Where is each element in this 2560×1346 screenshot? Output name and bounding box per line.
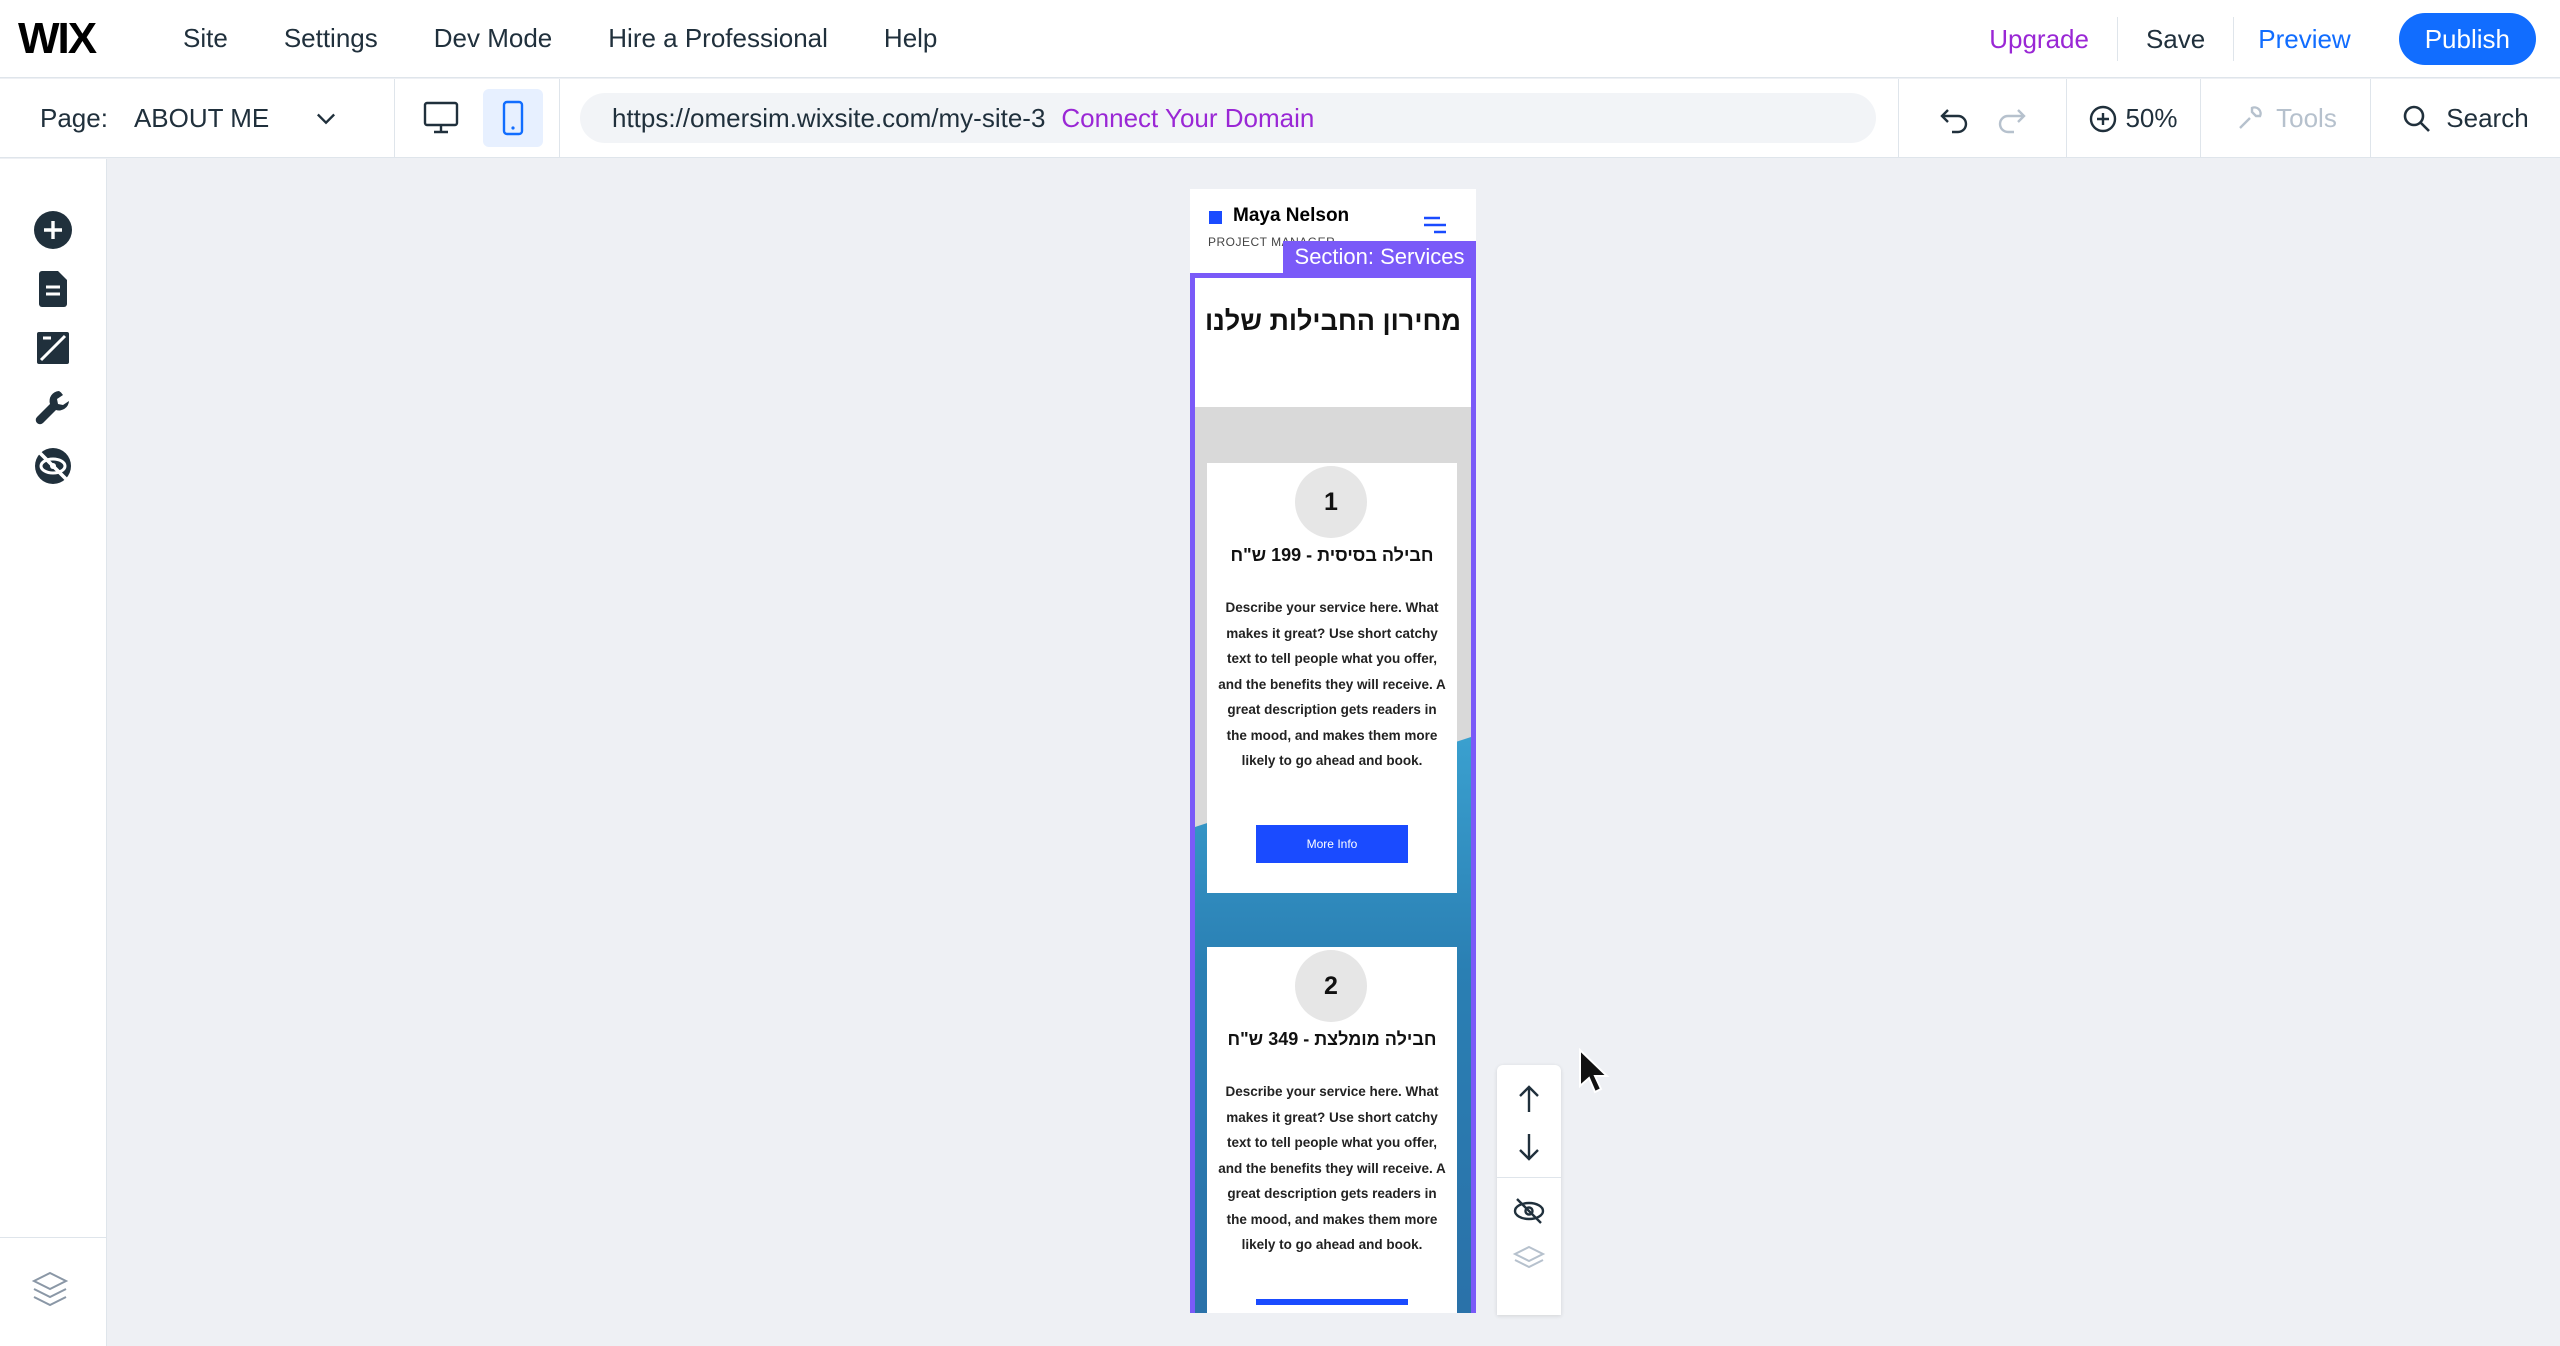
add-icon — [34, 211, 72, 249]
mouse-cursor-icon — [1579, 1048, 1610, 1094]
mobile-site-preview[interactable]: Maya Nelson PROJECT MANAGER מחירון החביל… — [1190, 189, 1476, 1313]
zoom-control[interactable]: 50% — [2066, 79, 2200, 158]
services-section[interactable]: מחירון החבילות שלנו 1 חבילה בסיסית - 199… — [1190, 273, 1476, 1313]
card-description: Describe your service here. What makes i… — [1218, 1084, 1446, 1252]
hidden-elements-button[interactable] — [30, 443, 76, 489]
redo-icon[interactable] — [1994, 104, 2028, 134]
wix-logo[interactable]: WIX — [18, 14, 148, 64]
pages-icon — [39, 271, 67, 307]
service-card[interactable]: 2 חבילה מומלצת - 349 ש"ח Describe your s… — [1207, 947, 1457, 1313]
hidden-elements-icon — [35, 448, 71, 484]
desktop-view-button[interactable] — [411, 89, 471, 147]
add-elements-button[interactable] — [30, 207, 76, 253]
divider — [0, 1237, 107, 1238]
device-switcher — [395, 79, 560, 157]
arrow-up-icon — [1519, 1085, 1539, 1112]
arrow-down-icon — [1519, 1134, 1539, 1161]
undo-redo-group — [1898, 79, 2066, 158]
service-card[interactable]: 1 חבילה בסיסית - 199 ש"ח Describe your s… — [1207, 463, 1457, 893]
menu-hire-professional[interactable]: Hire a Professional — [608, 23, 828, 54]
top-menu-bar: WIX Site Settings Dev Mode Hire a Profes… — [0, 0, 2560, 78]
section-tag[interactable]: Section: Services — [1283, 241, 1476, 273]
card-number: 2 — [1295, 950, 1367, 1022]
site-url-bar: https://omersim.wixsite.com/my-site-3 Co… — [580, 93, 1876, 143]
move-up-button[interactable] — [1509, 1079, 1549, 1119]
hamburger-menu-icon[interactable] — [1422, 215, 1448, 235]
connect-domain-link[interactable]: Connect Your Domain — [1061, 103, 1314, 134]
upgrade-button[interactable]: Upgrade — [1961, 24, 2117, 55]
divider — [1497, 1177, 1561, 1178]
search-label: Search — [2446, 103, 2529, 133]
top-actions: Upgrade Save Preview Publish — [1961, 0, 2536, 78]
section-title: מחירון החבילות שלנו — [1204, 306, 1462, 336]
page-name: ABOUT ME — [133, 102, 270, 133]
card-number: 1 — [1295, 466, 1367, 538]
more-info-button[interactable] — [1256, 1299, 1408, 1305]
left-rail — [0, 159, 107, 1346]
card-title: חבילה מומלצת - 349 ש"ח — [1227, 1029, 1437, 1049]
editor-toolbar: Page: ABOUT ME https://omersim.wixsite.c… — [0, 79, 2560, 158]
brand-square-icon — [1209, 211, 1222, 224]
site-design-button[interactable] — [30, 325, 76, 371]
layers-icon — [31, 1271, 69, 1307]
main-menu: Site Settings Dev Mode Hire a Profession… — [183, 23, 993, 54]
settings-tools-button[interactable] — [30, 384, 76, 430]
section-title-area: מחירון החבילות שלנו — [1195, 278, 1471, 407]
design-icon — [37, 332, 69, 364]
menu-help[interactable]: Help — [884, 23, 937, 54]
tools-icon — [2239, 105, 2262, 129]
menu-site[interactable]: Site — [183, 23, 228, 54]
menu-settings[interactable]: Settings — [284, 23, 378, 54]
layers-button[interactable] — [30, 1269, 76, 1315]
toolbar-right: 50% Tools Search — [1898, 79, 2560, 158]
arrange-button[interactable] — [1509, 1239, 1549, 1279]
search-icon — [2403, 105, 2431, 132]
hide-icon — [1513, 1198, 1545, 1224]
tools-button[interactable]: Tools — [2200, 79, 2370, 158]
save-button[interactable]: Save — [2118, 24, 2233, 55]
site-url[interactable]: https://omersim.wixsite.com/my-site-3 — [612, 103, 1045, 134]
zoom-in-icon — [2090, 105, 2117, 132]
chevron-down-icon — [316, 113, 335, 125]
search-button[interactable]: Search — [2370, 79, 2560, 158]
undo-icon[interactable] — [1938, 104, 1972, 134]
mobile-icon — [502, 100, 524, 136]
publish-button[interactable]: Publish — [2398, 13, 2536, 65]
layers-icon — [1512, 1245, 1546, 1269]
preview-button[interactable]: Preview — [2234, 24, 2378, 55]
mobile-view-button[interactable] — [483, 89, 543, 147]
hide-button[interactable] — [1509, 1191, 1549, 1231]
menu-dev-mode[interactable]: Dev Mode — [434, 23, 553, 54]
wrench-icon — [35, 391, 69, 425]
card-description: Describe your service here. What makes i… — [1218, 600, 1446, 768]
zoom-level: 50% — [2125, 103, 2178, 133]
page-label: Page: — [40, 102, 108, 133]
section-actions — [1497, 1065, 1561, 1315]
more-info-button[interactable]: More Info — [1256, 825, 1408, 863]
pages-button[interactable] — [30, 266, 76, 312]
page-selector[interactable]: Page: ABOUT ME — [0, 79, 395, 157]
desktop-icon — [423, 101, 459, 134]
card-title: חבילה בסיסית - 199 ש"ח — [1230, 545, 1434, 565]
move-down-button[interactable] — [1509, 1127, 1549, 1167]
tools-label: Tools — [2276, 103, 2337, 133]
site-owner-name: Maya Nelson — [1233, 205, 1350, 226]
